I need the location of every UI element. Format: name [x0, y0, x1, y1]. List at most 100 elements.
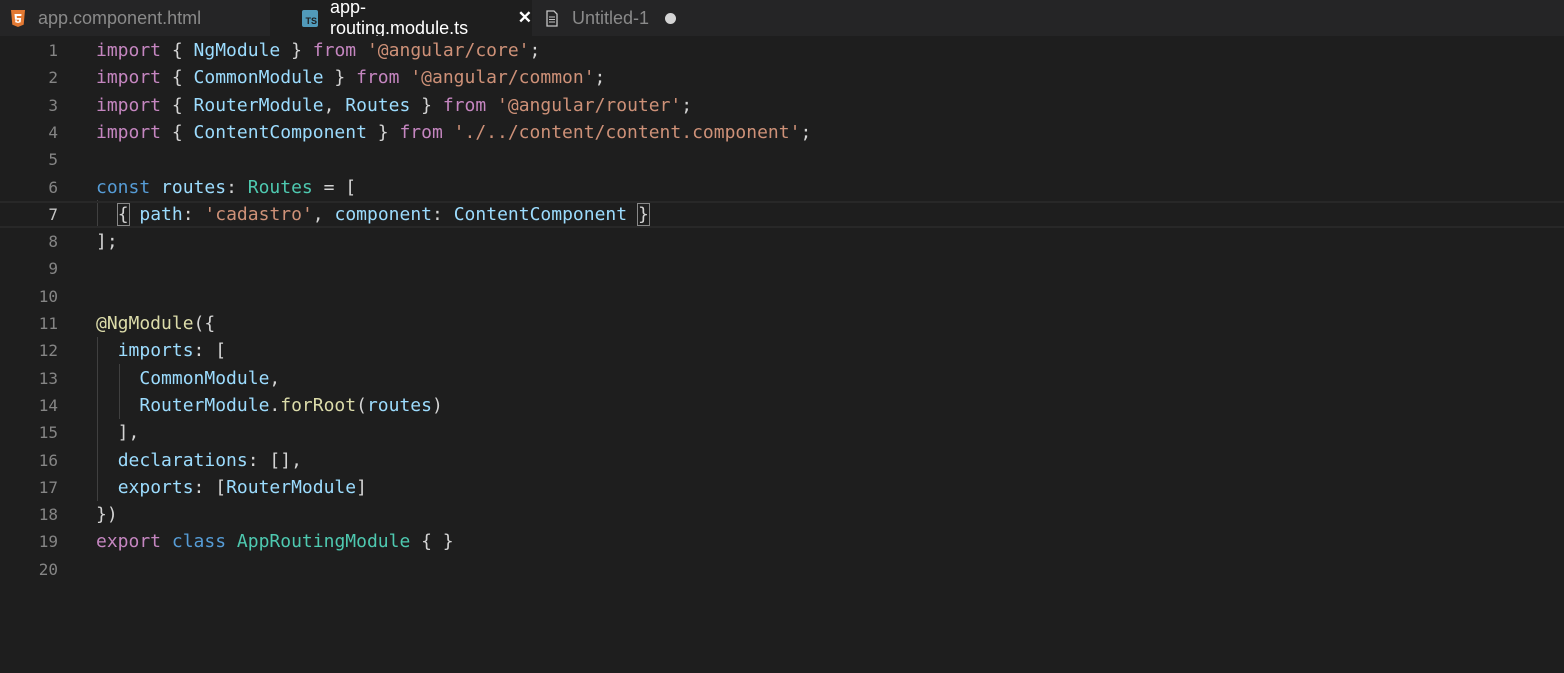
code-token: = [	[312, 176, 357, 198]
line-number: 2	[48, 68, 58, 88]
code-line[interactable]: 9	[0, 255, 1564, 282]
code-token: }	[323, 67, 357, 89]
line-number: 1	[48, 41, 58, 60]
code-token: Routes	[345, 94, 411, 116]
code-token: RouterModule	[139, 394, 270, 416]
code-token: ;	[529, 40, 541, 61]
tab-label: Untitled-1	[572, 7, 650, 28]
code-token: {	[161, 40, 194, 61]
code-token: Routes	[247, 176, 313, 198]
code-token: path	[139, 203, 183, 225]
code-token: {	[116, 202, 130, 226]
line-number: 5	[48, 150, 58, 170]
code-token: ;	[800, 121, 812, 143]
code-line[interactable]: 17 exports: [RouterModule]	[0, 474, 1564, 501]
code-token: }	[636, 202, 650, 226]
code-token: CommonModule	[193, 67, 324, 89]
code-token: ,	[323, 94, 346, 116]
code-token: }	[366, 121, 400, 143]
code-token: ]	[356, 476, 367, 498]
unsaved-dot-icon[interactable]	[665, 12, 677, 24]
code-token: declarations	[117, 449, 248, 471]
code-token: ContentComponent	[453, 203, 628, 225]
line-number: 6	[48, 177, 58, 197]
html5-icon	[11, 9, 25, 27]
line-number: 20	[38, 559, 58, 579]
code-text: ];	[96, 228, 118, 255]
code-line[interactable]: 10	[0, 283, 1564, 310]
line-number: 14	[38, 395, 58, 415]
code-text: import { NgModule } from '@angular/core'…	[96, 37, 540, 64]
code-token: imports	[117, 340, 194, 362]
code-token: export	[96, 531, 162, 553]
code-token: ({	[193, 313, 216, 334]
code-line[interactable]: 20	[0, 556, 1564, 583]
tab-untitled-1[interactable]: Untitled-1	[532, 0, 702, 36]
code-token: '@angular/router'	[497, 94, 682, 116]
code-token: forRoot	[280, 394, 357, 416]
code-line[interactable]: 3 import { RouterModule, Routes } from '@…	[0, 92, 1564, 119]
code-token: RouterModule	[193, 94, 324, 116]
code-line[interactable]: 7 { path: 'cadastro', component: Content…	[0, 201, 1564, 228]
code-line[interactable]: 15 ],	[0, 419, 1564, 446]
code-token: :	[226, 176, 248, 198]
code-text: import { CommonModule } from '@angular/c…	[96, 64, 605, 91]
code-token: routes	[366, 394, 432, 416]
code-text: declarations: [],	[96, 447, 302, 474]
code-text: { path: 'cadastro', component: ContentCo…	[96, 201, 650, 228]
code-token: './../content/content.component'	[453, 121, 801, 143]
code-token: component	[334, 203, 433, 225]
line-number: 9	[48, 259, 58, 279]
line-number: 11	[38, 314, 58, 333]
code-editor[interactable]: 1 import { NgModule } from '@angular/core…	[0, 36, 1564, 673]
code-token: ;	[681, 94, 693, 116]
code-line[interactable]: 4 import { ContentComponent } from './../…	[0, 119, 1564, 146]
code-line[interactable]: 14 RouterModule.forRoot(routes)	[0, 392, 1564, 419]
code-line[interactable]: 6 const routes: Routes = [	[0, 174, 1564, 201]
line-number: 18	[38, 505, 58, 525]
code-token: import	[96, 67, 162, 89]
line-number: 4	[48, 122, 58, 142]
tab-label: app-routing.module.ts	[330, 0, 469, 38]
code-line[interactable]: 2 import { CommonModule } from '@angular/…	[0, 64, 1564, 91]
document-icon	[546, 9, 558, 27]
tab-app-component-html[interactable]: app.component.html	[0, 0, 270, 36]
line-number: 16	[38, 450, 58, 470]
close-icon[interactable]: ✕	[518, 8, 532, 28]
code-line[interactable]: 1 import { NgModule } from '@angular/core…	[0, 37, 1564, 64]
code-text: RouterModule.forRoot(routes)	[96, 392, 443, 419]
code-token: )	[431, 394, 443, 416]
code-line[interactable]: 8];	[0, 228, 1564, 255]
code-token: }	[410, 94, 443, 116]
code-line[interactable]: 11 @NgModule({	[0, 310, 1564, 337]
code-line[interactable]: 16 declarations: [],	[0, 447, 1564, 474]
code-token: ;	[594, 67, 606, 89]
code-text: @NgModule({	[96, 310, 215, 337]
tab-app-routing-module-ts[interactable]: TS app-routing.module.ts ✕	[270, 0, 532, 38]
code-token: {	[161, 67, 194, 89]
code-text: const routes: Routes = [	[96, 174, 356, 201]
code-token: ,	[312, 203, 335, 225]
tab-label: app.component.html	[38, 7, 202, 28]
code-token: CommonModule	[139, 367, 270, 389]
tab-bar: app.component.html TS app-routing.module…	[0, 0, 1564, 38]
code-line[interactable]: 13 CommonModule,	[0, 365, 1564, 392]
line-number: 19	[38, 532, 58, 552]
code-line[interactable]: 19 export class AppRoutingModule { }	[0, 528, 1564, 555]
code-token: '@angular/core'	[366, 40, 530, 61]
code-line[interactable]: 12 imports: [	[0, 337, 1564, 364]
code-token: AppRoutingModule	[236, 531, 411, 553]
code-line[interactable]: 5	[0, 146, 1564, 173]
code-token: from	[442, 94, 487, 116]
code-line[interactable]: 18})	[0, 501, 1564, 528]
